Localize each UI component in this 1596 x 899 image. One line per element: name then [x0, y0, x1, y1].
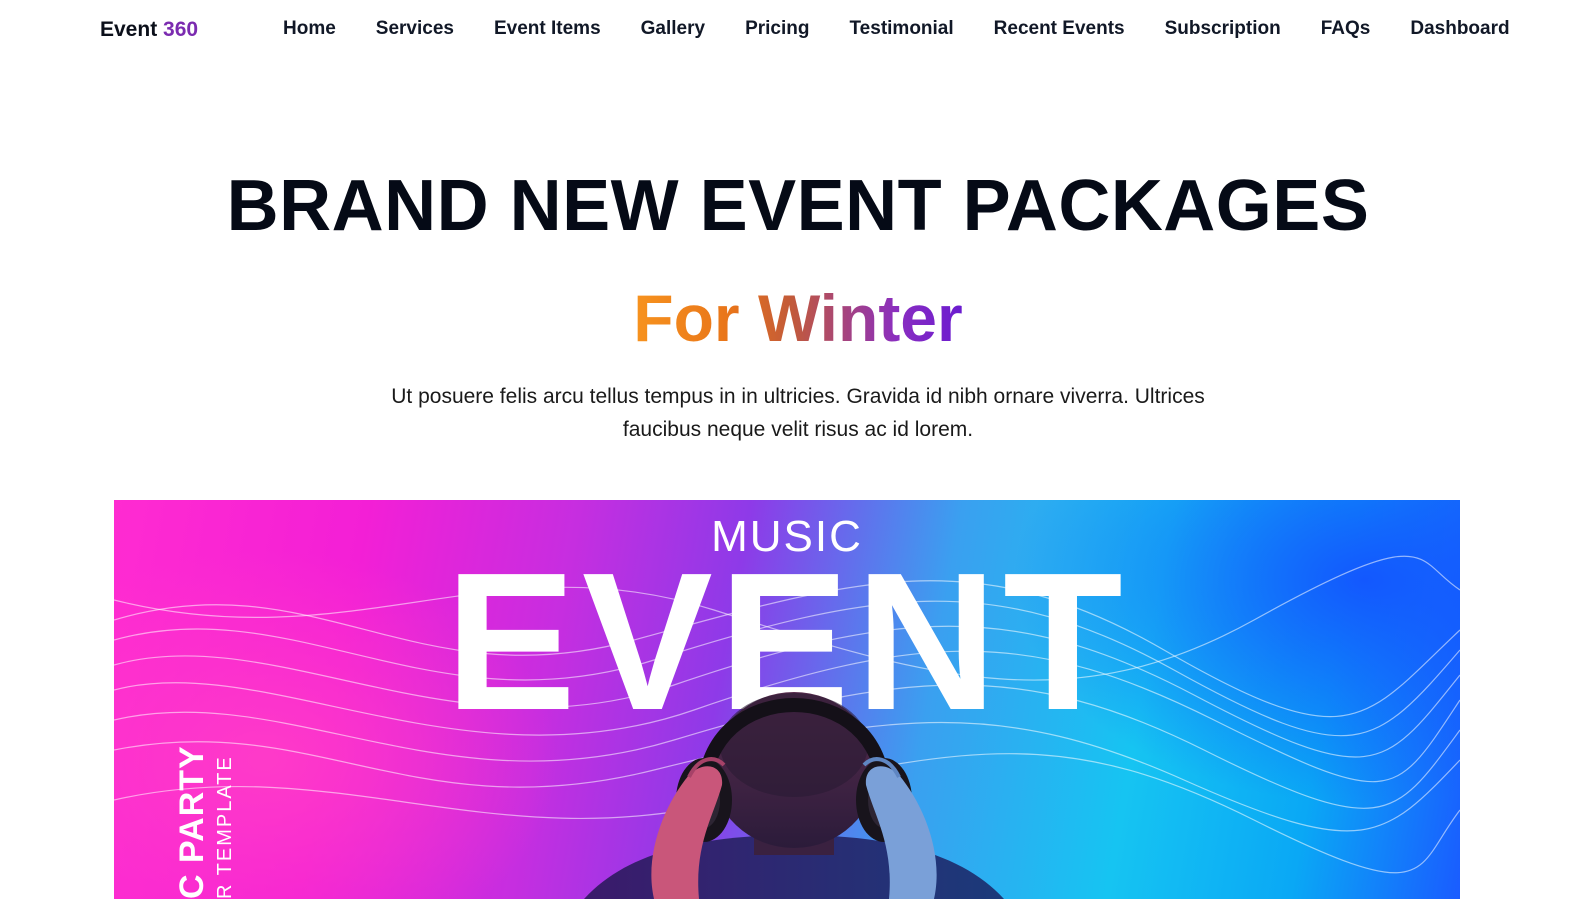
hero-description: Ut posuere felis arcu tellus tempus in i… — [391, 385, 1205, 441]
nav-link-testimonial[interactable]: Testimonial — [849, 18, 953, 40]
music-event-banner: MUSIC EVENT C PARTY R TEMPLATE — [114, 500, 1460, 899]
page: Event 360 Home Services Event Items Gall… — [0, 0, 1596, 899]
navbar: Event 360 Home Services Event Items Gall… — [0, 0, 1596, 62]
hero-title: BRAND NEW EVENT PACKAGES — [226, 166, 1370, 246]
nav-link-home[interactable]: Home — [283, 18, 336, 40]
nav-link-gallery[interactable]: Gallery — [641, 18, 705, 40]
person-with-headphones-illustration — [584, 692, 1004, 899]
main-nav: Home Services Event Items Gallery Pricin… — [283, 18, 1510, 40]
nav-link-dashboard[interactable]: Dashboard — [1410, 18, 1509, 40]
nav-link-faqs[interactable]: FAQs — [1321, 18, 1371, 40]
nav-link-event-items[interactable]: Event Items — [494, 18, 601, 40]
site-logo[interactable]: Event 360 — [100, 18, 198, 42]
banner-side-sub: R TEMPLATE — [214, 755, 236, 899]
hero-subtitle-text: For Winter — [633, 281, 963, 355]
logo-accent: 360 — [163, 18, 199, 41]
banner-side-main: C PARTY — [173, 745, 211, 899]
nav-link-pricing[interactable]: Pricing — [745, 18, 809, 40]
logo-text: Event — [100, 18, 158, 41]
nav-link-recent-events[interactable]: Recent Events — [994, 18, 1125, 40]
nav-link-services[interactable]: Services — [376, 18, 454, 40]
banner-side-text: C PARTY R TEMPLATE — [173, 745, 236, 899]
nav-link-subscription[interactable]: Subscription — [1165, 18, 1281, 40]
hero-subtitle: For Winter — [0, 278, 1596, 358]
